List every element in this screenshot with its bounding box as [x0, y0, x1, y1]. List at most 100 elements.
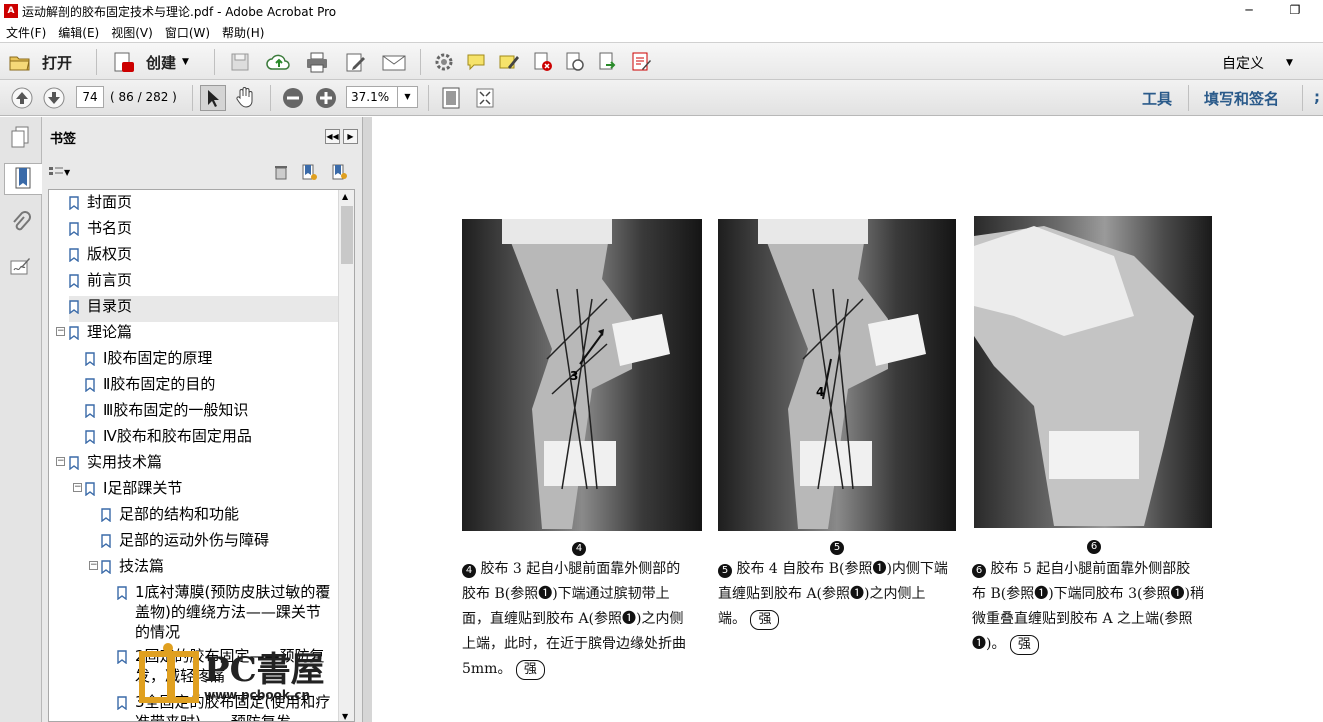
bookmark-item[interactable]: Ⅱ胶布固定的目的: [85, 374, 215, 400]
export-icon: [599, 52, 616, 70]
new-bookmark-button[interactable]: [300, 163, 318, 184]
scrollbar-thumb[interactable]: [341, 206, 353, 264]
menu-file[interactable]: 文件(F): [0, 24, 52, 41]
watermark-logo: PC書屋 www.pcbook.cn: [138, 640, 325, 714]
create-button[interactable]: 创建 ▼: [112, 50, 189, 74]
scroll-down-icon[interactable]: ▼: [342, 712, 348, 721]
printer-icon: [307, 52, 327, 73]
window-title: 运动解剖的胶布固定技术与理论.pdf - Adobe Acrobat Pro: [22, 4, 337, 19]
bookmark-icon: [69, 456, 79, 470]
toolbar-separator: [96, 49, 97, 75]
find-bookmark-button[interactable]: [330, 163, 348, 184]
fill-sign-link[interactable]: 填写和签名: [1204, 88, 1279, 109]
speech-bubble-icon: [467, 54, 485, 71]
protect-button[interactable]: [564, 51, 586, 73]
zoom-out-button[interactable]: [281, 86, 305, 110]
bookmark-item[interactable]: Ⅰ足部踝关节: [85, 478, 182, 504]
customize-button[interactable]: 自定义 ▼: [1222, 53, 1293, 73]
email-button[interactable]: [381, 51, 407, 73]
restore-button[interactable]: ❐: [1272, 0, 1318, 22]
comment-button[interactable]: [465, 51, 487, 73]
bookmark-icon: [101, 534, 111, 548]
bookmark-icon: [85, 482, 95, 496]
signatures-button[interactable]: [4, 251, 36, 283]
bookmark-item[interactable]: 前言页: [69, 270, 132, 296]
previous-page-button[interactable]: [10, 86, 34, 110]
plus-icon: [316, 88, 336, 108]
bookmark-item[interactable]: Ⅳ胶布和胶布固定用品: [85, 426, 252, 452]
select-tool-button[interactable]: [200, 85, 226, 111]
highlight-button[interactable]: [498, 51, 520, 73]
edit-button[interactable]: [344, 51, 368, 73]
toolbar-separator: [192, 85, 193, 111]
bookmark-item[interactable]: Ⅰ胶布固定的原理: [85, 348, 212, 374]
sign-button[interactable]: [630, 51, 652, 73]
minimize-button[interactable]: ─: [1226, 0, 1272, 22]
caption-marker: 5: [718, 564, 732, 578]
attachments-button[interactable]: [4, 207, 36, 239]
page-count: ( 86 / 282 ): [110, 90, 177, 104]
taping-illustration: [758, 219, 926, 529]
options-button[interactable]: ▼: [48, 165, 70, 179]
fit-page-icon: [442, 87, 460, 109]
strength-badge: 强: [515, 660, 545, 680]
fullscreen-button[interactable]: [474, 86, 496, 110]
panel-menu-icon[interactable]: ▶: [343, 129, 358, 144]
redact-button[interactable]: [532, 51, 554, 73]
hand-tool-button[interactable]: [234, 86, 256, 108]
page-number-input[interactable]: 74: [76, 86, 104, 108]
collapse-toggle-icon[interactable]: −: [56, 457, 65, 466]
settings-button[interactable]: [433, 51, 455, 73]
main-toolbar: 打开 创建 ▼ 自定义 ▼: [0, 42, 1323, 80]
trash-icon: [275, 166, 287, 180]
bookmark-item[interactable]: 封面页: [69, 192, 132, 218]
print-button[interactable]: [305, 51, 329, 73]
bookmark-item[interactable]: 实用技术篇: [69, 452, 162, 478]
menu-help[interactable]: 帮助(H): [216, 24, 270, 41]
bookmark-item[interactable]: Ⅲ胶布固定的一般知识: [85, 400, 248, 426]
bookmark-item[interactable]: 技法篇: [101, 556, 164, 582]
bookmarks-button[interactable]: [4, 163, 42, 195]
pcbook-logo-icon: [139, 643, 199, 703]
delete-bookmark-button[interactable]: [272, 163, 290, 184]
tools-link[interactable]: 工具: [1142, 88, 1172, 109]
export-button[interactable]: [597, 51, 619, 73]
figure-number: 6: [1087, 540, 1101, 554]
bookmark-icon: [101, 560, 111, 574]
scroll-up-icon[interactable]: ▲: [342, 192, 348, 201]
list-options-icon: [49, 167, 63, 175]
bookmark-item-selected[interactable]: 目录页: [69, 296, 339, 322]
next-page-button[interactable]: [42, 86, 66, 110]
collapse-toggle-icon[interactable]: −: [56, 327, 65, 336]
open-button[interactable]: 打开: [8, 50, 72, 74]
comment-link[interactable]: ;: [1314, 88, 1320, 106]
upload-button[interactable]: [266, 51, 292, 73]
collapse-toggle-icon[interactable]: −: [73, 483, 82, 492]
panel-header: 书签 ◀◀ ▶: [42, 117, 362, 157]
chevron-down-icon[interactable]: ▼: [397, 87, 417, 107]
tape-number-label: 3: [570, 369, 579, 383]
collapse-panel-icon[interactable]: ◀◀: [325, 129, 340, 144]
zoom-select[interactable]: 37.1% ▼: [346, 86, 418, 108]
caption-text: 胶布 3 起自小腿前面靠外侧部的胶布 B(参照❶)下端通过膑韧带上面，直缠贴到胶…: [462, 561, 686, 677]
collapse-toggle-icon[interactable]: −: [89, 561, 98, 570]
bookmark-icon: [85, 430, 95, 444]
bookmark-item[interactable]: 足部的结构和功能: [101, 504, 239, 530]
save-button[interactable]: [229, 51, 251, 73]
menu-view[interactable]: 视图(V): [105, 24, 159, 41]
menu-edit[interactable]: 编辑(E): [52, 24, 105, 41]
menu-window[interactable]: 窗口(W): [159, 24, 216, 41]
zoom-in-button[interactable]: [314, 86, 338, 110]
bookmark-item[interactable]: 足部的运动外伤与障碍: [101, 530, 269, 556]
page-thumbnails-button[interactable]: [4, 121, 36, 153]
bookmark-icon: [69, 326, 79, 340]
document-view: 3 4 4 5 6 4 胶布 3 起自小腿前面靠外侧部的胶布 B(参照❶)下端通…: [372, 117, 1323, 722]
bookmark-item[interactable]: 书名页: [69, 218, 132, 244]
bookmark-scrollbar[interactable]: ▲ ▼: [338, 190, 354, 721]
bookmark-item[interactable]: 版权页: [69, 244, 132, 270]
fit-page-button[interactable]: [440, 86, 462, 110]
bookmark-item[interactable]: 1底衬薄膜(预防皮肤过敏的覆盖物)的缠绕方法——踝关节的情况: [117, 582, 331, 644]
bookmark-item[interactable]: 理论篇: [69, 322, 132, 348]
create-pdf-icon: [114, 52, 134, 72]
panel-splitter[interactable]: [362, 117, 372, 722]
